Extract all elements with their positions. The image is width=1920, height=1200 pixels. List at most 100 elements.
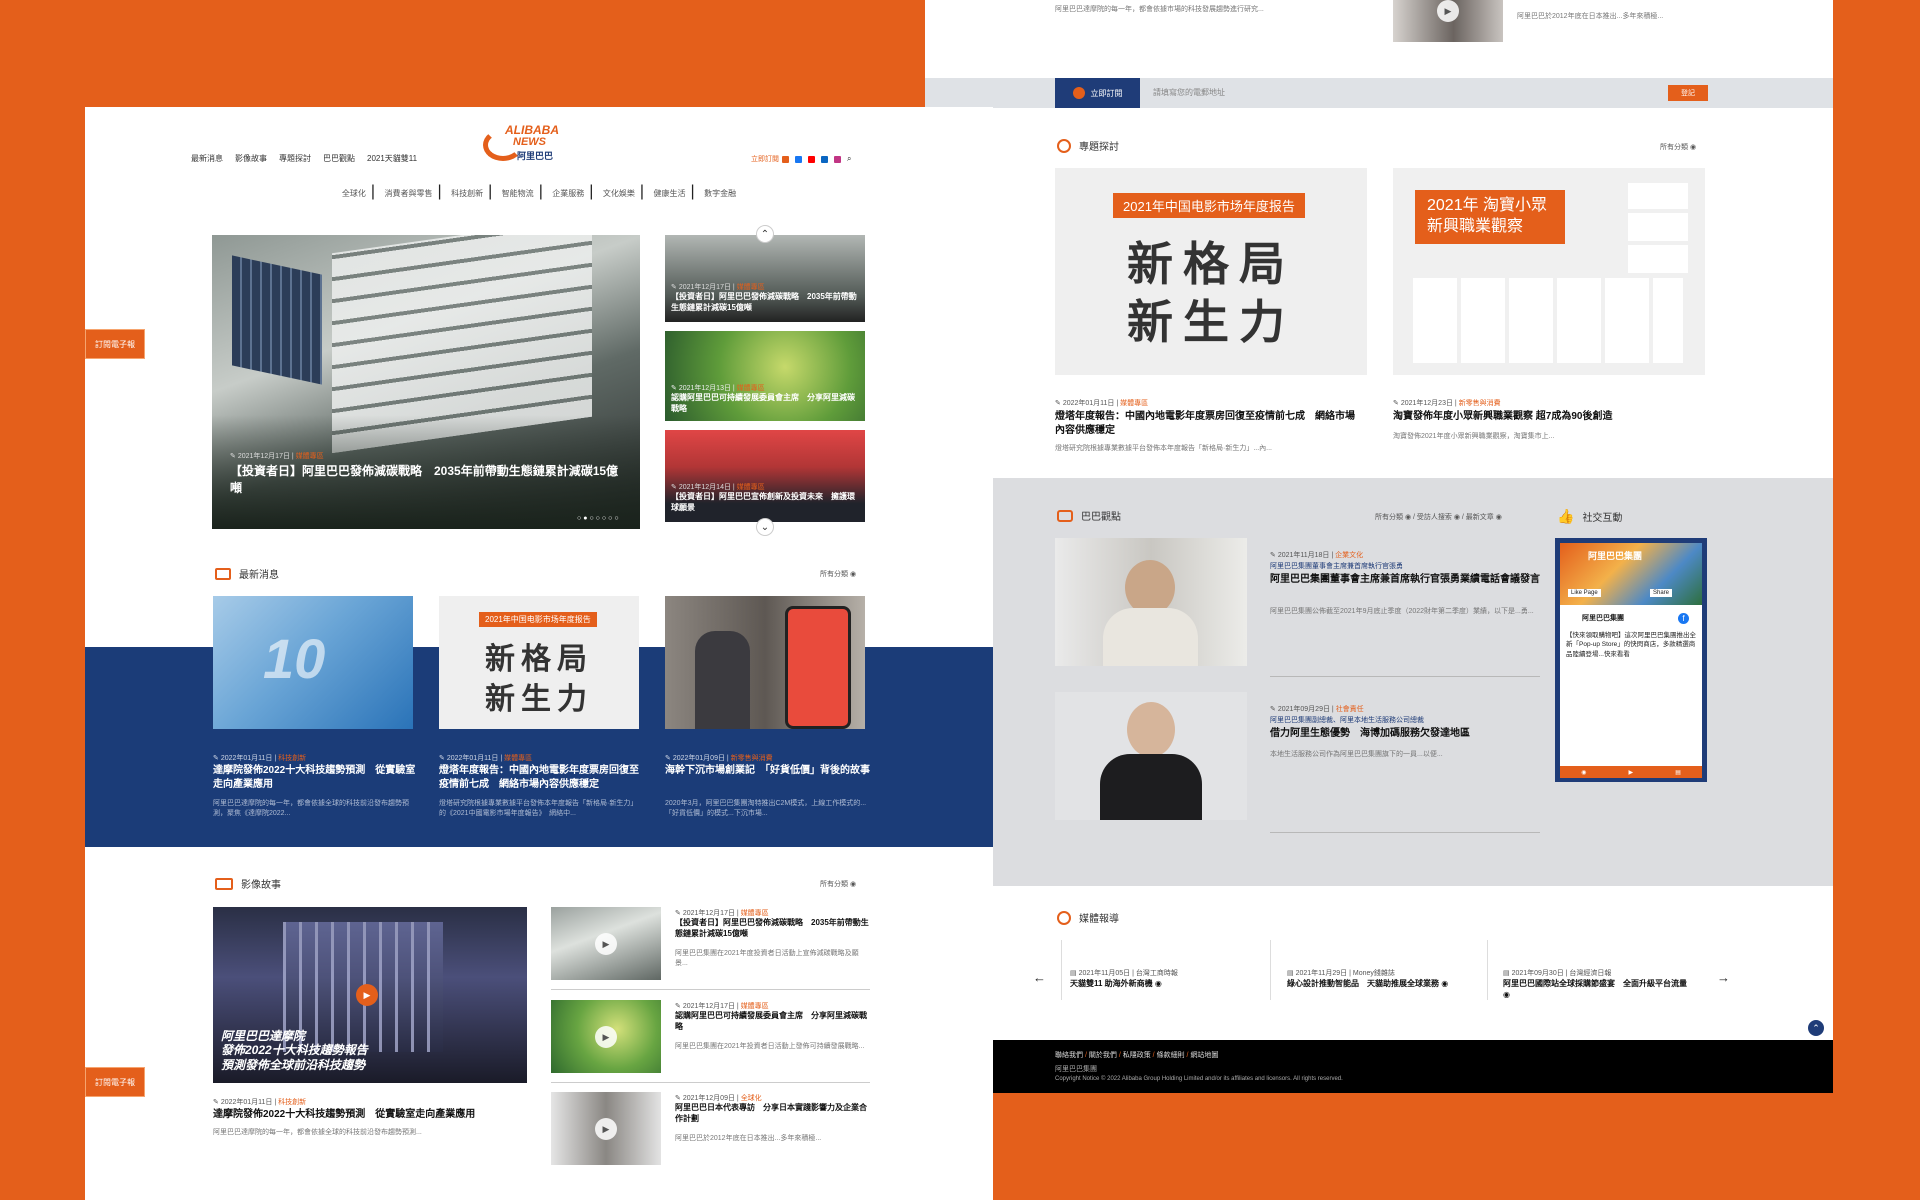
side-story-2[interactable]: ✎ 2021年12月13日 | 媒體專區 認購阿里巴巴可持續發展委員會主席 分享… (665, 331, 865, 421)
video-item-3-title[interactable]: 阿里巴巴日本代表專訪 分享日本實踐影響力及企業合作計劃 (675, 1103, 870, 1125)
category-item[interactable]: 企業服務 (552, 189, 584, 198)
illustration-grid (1413, 278, 1683, 363)
facebook-widget[interactable]: 阿里巴巴集團 Like Page Share 阿里巴巴集團 f 【快來領取購物吧… (1555, 538, 1707, 782)
category-item[interactable]: 文化娛樂 (603, 189, 635, 198)
latest-card-1-excerpt: 阿里巴巴達摩院的每一年，都會依據全球的科技前沿發布趨勢預測，聚焦《達摩院2022… (213, 800, 409, 817)
fb-like-button[interactable]: Like Page (1568, 589, 1601, 597)
category-item[interactable]: 全球化 (342, 189, 366, 198)
subscribe-side-tag[interactable]: 訂閱電子報 (85, 1067, 145, 1097)
subscribe-side-tag[interactable]: 訂閱電子報 (85, 329, 145, 359)
category-item[interactable]: 健康生活 (654, 189, 686, 198)
email-input[interactable]: 請填寫您的電郵地址 (1153, 87, 1225, 98)
baba-item-2-title[interactable]: 借力阿里生態優勢 海博加碼服務欠發達地區 (1270, 727, 1540, 741)
play-icon[interactable]: ▶ (595, 933, 617, 955)
video-item-1-excerpt: 阿里巴巴集團在2021年度投資者日活動上宣佈減碳戰略及願景... (675, 950, 859, 967)
video-item-3-thumb[interactable]: ▶ (551, 1092, 661, 1165)
media-item-3-title[interactable]: 阿里巴巴國際站全球採購節盛宴 全面升級平台流量 ◉ (1503, 979, 1693, 1001)
category-item[interactable]: 消費者與零售 (384, 189, 432, 198)
baba-item-1-author: 阿里巴巴集團董事會主席兼首席執行官張勇 (1270, 563, 1403, 570)
topics-title: 專題探討 (1057, 138, 1119, 153)
alibaba-news-logo[interactable]: ALIBABA NEWS 阿里巴巴 (483, 119, 563, 165)
latest-card-1-meta: ✎ 2022年01月11日 | 科技創新 (213, 755, 307, 762)
play-icon[interactable]: ▶ (1437, 0, 1459, 22)
baba-links[interactable]: 所有分類 ◉ / 受訪人搜索 ◉ / 最新文章 ◉ (1375, 512, 1502, 522)
fb-toolbar[interactable]: ◉ ▶ ▤ (1560, 766, 1702, 778)
baba-item-1-photo[interactable] (1055, 538, 1247, 666)
baba-item-1-excerpt: 阿里巴巴集團公佈截至2021年9月底止季度（2022財年第二季度）業績，以下是.… (1270, 608, 1534, 615)
thumbs-up-icon: 👍 (1557, 508, 1575, 524)
topic-card-1-title[interactable]: 燈塔年度報告：中國內地電影年度票房回復至疫情前七成 網絡市場內容供應穩定 (1055, 410, 1355, 437)
number-graphic: 10 (263, 627, 326, 690)
nav-item[interactable]: 最新消息 (191, 153, 223, 164)
play-icon[interactable]: ▶ (595, 1026, 617, 1048)
video-title: 影像故事 (215, 876, 281, 891)
latest-card-2-image[interactable]: 2021年中国电影市场年度报告 新格局 新生力 (439, 596, 639, 729)
nav-item[interactable]: 2021天貓雙11 (367, 153, 417, 164)
nav-item[interactable]: 巴巴觀點 (323, 153, 355, 164)
media-next-arrow[interactable]: → (1717, 970, 1730, 985)
topic-card-2-title[interactable]: 淘寶發佈年度小眾新興職業觀察 超7成為90後創造 (1393, 410, 1693, 424)
side-story-3[interactable]: ✎ 2021年12月14日 | 媒體專區 【投資者日】阿里巴巴宣佈創新及投資未來… (665, 430, 865, 522)
search-icon[interactable]: ⌕ (847, 154, 851, 164)
video-main-excerpt: 阿里巴巴達摩院的每一年，都會依據全球的科技前沿發布趨勢預測... (213, 1129, 422, 1136)
nav-item[interactable]: 影像故事 (235, 153, 267, 164)
latest-card-2-title[interactable]: 燈塔年度報告：中國內地電影年度票房回復至疫情前七成 網絡市場內容供應穩定 (439, 764, 644, 791)
media-item-2-title[interactable]: 綠心設計推動智能品 天貓助推展全球業務 ◉ (1287, 979, 1448, 990)
hero-title[interactable]: 【投資者日】阿里巴巴發佈減碳戰略 2035年前帶動生態鏈累計減碳15億噸 (230, 463, 630, 497)
latest-card-3-excerpt: 2020年3月，阿里巴巴集團淘特推出C2M模式，上線工作模式的...「好貨低價」… (665, 800, 867, 817)
latest-card-3-title[interactable]: 海幹下沉市場創業記 「好貨低價」背後的故事 (665, 764, 870, 778)
footer: 聯絡我們 / 關於我們 / 私隱政策 / 條款細則 / 網站地圖 阿里巴巴集團 … (925, 1040, 1833, 1093)
video-item-1-thumb[interactable]: ▶ (551, 907, 661, 980)
facebook-icon: f (1678, 613, 1689, 624)
person-graphic (695, 631, 750, 729)
instagram-icon[interactable] (834, 155, 841, 163)
topic-card-2-image[interactable]: 2021年 淘寶小眾新興職業觀察 (1393, 168, 1705, 375)
media-item-1-title[interactable]: 天貓雙11 助海外新商機 ◉ (1070, 979, 1162, 990)
slide-indicators[interactable]: ○●○○○○○ (577, 515, 621, 522)
submit-button[interactable]: 登記 (1668, 85, 1708, 101)
linkedin-icon[interactable] (821, 155, 828, 163)
video-item-2-title[interactable]: 認購阿里巴巴可持續發展委員會主席 分享阿里減碳戰略 (675, 1011, 870, 1033)
subscribe-link[interactable]: 立即訂閱 (751, 154, 779, 164)
latest-card-1-image[interactable]: 10 (213, 596, 413, 729)
chat-icon (1057, 509, 1073, 522)
mail-icon[interactable] (782, 155, 789, 163)
baba-item-2-photo[interactable] (1055, 692, 1247, 820)
media-prev-arrow[interactable]: ← (1033, 970, 1046, 985)
fb-share-button[interactable]: Share (1650, 589, 1673, 597)
category-item[interactable]: 智能物流 (502, 189, 534, 198)
video-camera-icon (215, 877, 233, 890)
latest-card-3-image[interactable] (665, 596, 865, 729)
baba-title: 巴巴觀點 (1057, 508, 1121, 523)
carousel-up-icon[interactable]: ⌃ (756, 225, 774, 243)
category-item[interactable]: 數字金融 (704, 189, 736, 198)
hero-slide[interactable]: ✎ 2021年12月17日 | 媒體專區 【投資者日】阿里巴巴發佈減碳戰略 20… (212, 235, 640, 529)
latest-card-3-meta: ✎ 2022年01月09日 | 新零售與消費 (665, 755, 773, 762)
video-item-2-meta: ✎ 2021年12月17日 | 媒體專區 (675, 1003, 769, 1010)
footer-links[interactable]: 聯絡我們 / 關於我們 / 私隱政策 / 條款細則 / 網站地圖 (1055, 1050, 1218, 1060)
latest-card-1-title[interactable]: 達摩院發佈2022十大科技趨勢預測 從實驗室走向產業應用 (213, 764, 418, 791)
topics-more-link[interactable]: 所有分類 ◉ (1660, 142, 1696, 152)
subscribe-button[interactable]: 立即訂閱 (1055, 78, 1140, 108)
nav-item[interactable]: 專題探討 (279, 153, 311, 164)
play-icon[interactable]: ▶ (356, 984, 378, 1006)
video-main-thumb[interactable]: ▶ 阿里巴巴達摩院 發佈2022十大科技趨勢報告 預測發佈全球前沿科技趨勢 (213, 907, 527, 1083)
newspaper-icon (215, 567, 231, 580)
play-icon[interactable]: ▶ (595, 1118, 617, 1140)
video-item-1-title[interactable]: 【投資者日】阿里巴巴發佈減碳戰略 2035年前帶動生態鏈累計減碳15億噸 (675, 918, 870, 940)
video-more-link[interactable]: 所有分類 ◉ (820, 879, 856, 889)
broadcast-icon (1057, 910, 1071, 925)
baba-item-1-title[interactable]: 阿里巴巴集團董事會主席兼首席執行官張勇業績電話會議發言 (1270, 573, 1540, 587)
topic-card-2-excerpt: 淘寶發佈2021年度小眾新興職業觀察，淘寶集市上... (1393, 433, 1555, 440)
back-to-top-icon[interactable]: ⌃ (1808, 1020, 1824, 1036)
carousel-down-icon[interactable]: ⌄ (756, 518, 774, 536)
side-story-1[interactable]: ✎ 2021年12月17日 | 媒體專區 【投資者日】阿里巴巴發佈減碳戰略 20… (665, 235, 865, 322)
facebook-icon[interactable] (795, 155, 802, 163)
top-snippet-thumb[interactable]: ▶ (1393, 0, 1503, 42)
youtube-icon[interactable] (808, 155, 815, 163)
topic-card-1-image[interactable]: 2021年中国电影市场年度报告 新格局 新生力 (1055, 168, 1367, 375)
latest-more-link[interactable]: 所有分類 ◉ (820, 569, 856, 579)
category-item[interactable]: 科技創新 (451, 189, 483, 198)
video-item-2-thumb[interactable]: ▶ (551, 1000, 661, 1073)
video-main-title[interactable]: 達摩院發佈2022十大科技趨勢預測 從實驗室走向產業應用 (213, 1108, 533, 1122)
